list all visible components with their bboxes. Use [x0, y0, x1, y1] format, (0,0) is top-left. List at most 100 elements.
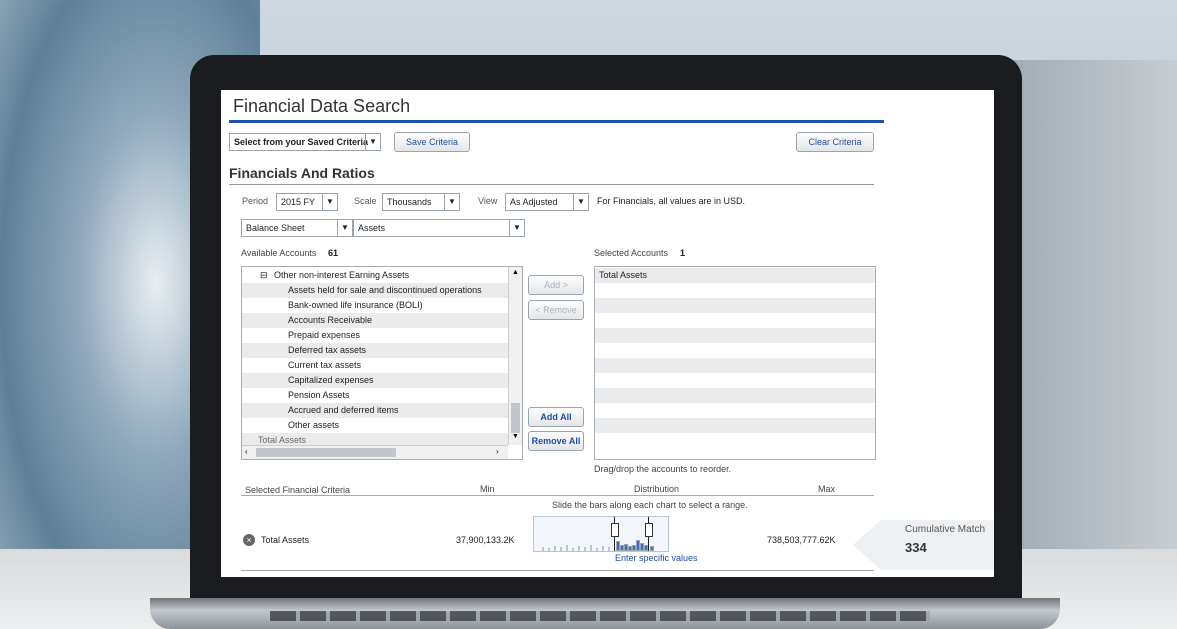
scroll-right-icon[interactable]: › — [496, 447, 499, 456]
list-item-label: Prepaid expenses — [288, 330, 361, 340]
vertical-scrollbar[interactable]: ▲ ▼ — [508, 267, 522, 445]
list-item-label: Accrued and deferred items — [288, 405, 399, 415]
section-divider — [229, 184, 874, 185]
histogram-bar — [602, 546, 604, 551]
category-select[interactable]: Assets ▼ — [353, 219, 525, 237]
statement-select[interactable]: Balance Sheet ▼ — [241, 219, 353, 237]
group-label: Other non-interest Earning Assets — [274, 270, 410, 280]
list-item-label: Bank-owned life insurance (BOLI) — [288, 300, 423, 310]
histogram-bar — [596, 548, 598, 551]
scale-value: Thousands — [387, 197, 432, 207]
range-instruction: Slide the bars along each chart to selec… — [552, 500, 748, 510]
criteria-divider — [241, 495, 874, 496]
list-item-label: Pension Assets — [288, 390, 350, 400]
list-item-label: Current tax assets — [288, 360, 362, 370]
list-item[interactable]: Bank-owned life insurance (BOLI) — [242, 298, 508, 313]
clear-criteria-button[interactable]: Clear Criteria — [796, 132, 874, 152]
cumulative-value: 334 — [905, 540, 927, 555]
available-accounts-count: 61 — [328, 248, 339, 258]
distribution-chart[interactable] — [533, 516, 669, 552]
empty-row — [595, 328, 875, 343]
usd-note: For Financials, all values are in USD. — [597, 196, 746, 206]
histogram-bar — [584, 547, 586, 551]
list-item[interactable]: Other assets — [242, 418, 508, 433]
criteria-header-name: Selected Financial Criteria — [245, 485, 351, 495]
empty-row — [595, 358, 875, 373]
remove-button[interactable]: < Remove — [528, 300, 584, 320]
close-circle-icon[interactable]: × — [243, 534, 255, 546]
list-item-label: Accounts Receivable — [288, 315, 373, 325]
empty-row — [595, 283, 875, 298]
empty-row — [595, 418, 875, 433]
list-item[interactable]: Current tax assets — [242, 358, 508, 373]
histogram-bar — [578, 546, 580, 551]
selected-accounts-list[interactable]: Total Assets — [594, 266, 876, 460]
scroll-down-icon[interactable]: ▼ — [512, 433, 519, 440]
criteria-row-divider — [241, 570, 874, 571]
view-label: View — [478, 196, 498, 206]
scroll-up-icon[interactable]: ▲ — [512, 269, 519, 276]
list-item-label: Capitalized expenses — [288, 375, 374, 385]
list-group-header[interactable]: ⊟ Other non-interest Earning Assets — [242, 268, 508, 283]
histogram-bar — [566, 545, 568, 551]
empty-row — [595, 343, 875, 358]
enter-specific-values-link[interactable]: Enter specific values — [615, 553, 698, 563]
scale-label: Scale — [354, 196, 377, 206]
list-item[interactable]: Capitalized expenses — [242, 373, 508, 388]
title-underline — [229, 120, 884, 123]
empty-row — [595, 298, 875, 313]
criteria-header-distribution: Distribution — [634, 484, 680, 494]
add-button[interactable]: Add > — [528, 275, 584, 295]
list-item[interactable]: Accounts Receivable — [242, 313, 508, 328]
list-item-label: Deferred tax assets — [288, 345, 367, 355]
chevron-down-icon: ▼ — [322, 194, 337, 210]
range-max-handle[interactable] — [645, 523, 653, 537]
selected-list-item[interactable]: Total Assets — [595, 268, 875, 283]
minus-box-icon[interactable]: ⊟ — [260, 268, 268, 283]
selected-accounts-count: 1 — [680, 248, 686, 258]
add-all-button[interactable]: Add All — [528, 407, 584, 427]
reorder-hint: Drag/drop the accounts to reorder. — [594, 464, 732, 474]
list-item[interactable]: Prepaid expenses — [242, 328, 508, 343]
selected-accounts-label: Selected Accounts — [594, 248, 669, 258]
empty-row — [595, 313, 875, 328]
scroll-left-icon[interactable]: ‹ — [245, 447, 248, 456]
cumulative-pointer — [853, 520, 881, 570]
scale-select[interactable]: Thousands ▼ — [382, 193, 460, 211]
list-item[interactable]: Pension Assets — [242, 388, 508, 403]
period-value: 2015 FY — [281, 197, 316, 207]
chevron-down-icon: ▼ — [573, 194, 588, 210]
app-screen: Financial Data Search Select from your S… — [221, 90, 994, 577]
save-criteria-button[interactable]: Save Criteria — [394, 132, 470, 152]
list-item[interactable]: Deferred tax assets — [242, 343, 508, 358]
histogram-bar — [590, 545, 592, 551]
section-title: Financials And Ratios — [229, 165, 375, 181]
histogram-bar — [608, 547, 610, 551]
list-item[interactable]: Assets held for sale and discontinued op… — [242, 283, 508, 298]
list-item[interactable]: Accrued and deferred items — [242, 403, 508, 418]
criteria-row-max[interactable]: 738,503,777.62K — [767, 535, 836, 545]
view-value: As Adjusted — [510, 197, 558, 207]
histogram-bar — [650, 546, 654, 551]
saved-criteria-select[interactable]: Select from your Saved Criteria ▼ — [229, 133, 381, 151]
remove-all-button[interactable]: Remove All — [528, 431, 584, 451]
available-accounts-label: Available Accounts — [241, 248, 317, 258]
range-min-handle[interactable] — [611, 523, 619, 537]
page-title: Financial Data Search — [233, 96, 411, 116]
horizontal-scrollbar[interactable]: ‹ › — [242, 445, 508, 459]
histogram-bar — [560, 547, 562, 551]
saved-criteria-label: Select from your Saved Criteria — [234, 137, 369, 147]
cumulative-panel: Cumulative Match 334 — [881, 520, 994, 570]
available-accounts-list[interactable]: ⊟ Other non-interest Earning Assets Asse… — [241, 266, 523, 460]
scroll-thumb-h[interactable] — [256, 448, 396, 457]
histogram-bar — [542, 547, 544, 551]
empty-row — [595, 433, 875, 448]
list-item-label: Other assets — [288, 420, 340, 430]
list-item-label: Assets held for sale and discontinued op… — [288, 285, 482, 295]
criteria-row-min[interactable]: 37,900,133.2K — [456, 535, 515, 545]
period-select[interactable]: 2015 FY ▼ — [276, 193, 338, 211]
view-select[interactable]: As Adjusted ▼ — [505, 193, 589, 211]
histogram-bar — [548, 548, 550, 551]
scroll-thumb[interactable] — [511, 403, 520, 433]
criteria-header-max: Max — [818, 484, 836, 494]
